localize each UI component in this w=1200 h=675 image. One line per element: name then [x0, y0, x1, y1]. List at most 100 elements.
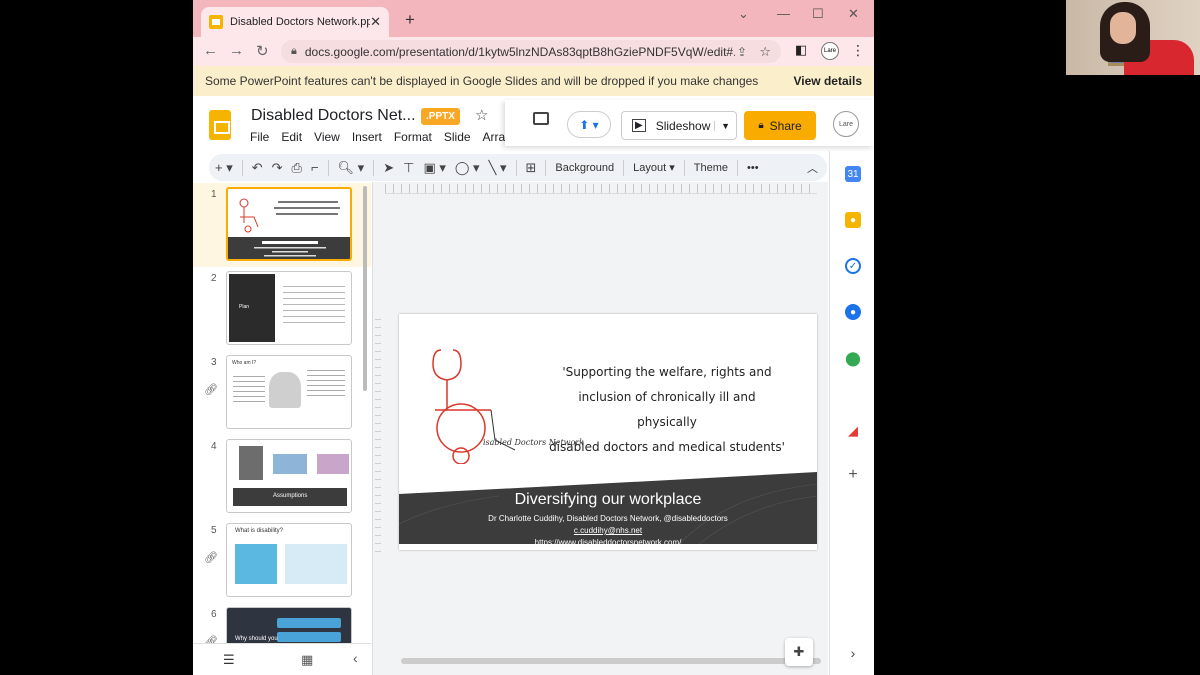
menu-file[interactable]: File [250, 130, 269, 144]
browser-tab[interactable]: Disabled Doctors Network.pptx - ✕ [201, 7, 389, 37]
webcam-person-face [1110, 12, 1136, 44]
horizontal-ruler [385, 184, 817, 194]
star-icon[interactable]: ☆ [475, 106, 488, 124]
filmstrip-scrollbar[interactable] [363, 186, 367, 391]
menu-format[interactable]: Format [394, 130, 432, 144]
slide-website-link[interactable]: https://www.disableddoctorsnetwork.com/ [399, 538, 817, 547]
thumbnail-text-lines [283, 286, 345, 326]
explore-button[interactable]: ✚ [785, 638, 813, 666]
filmstrip-slide-1[interactable]: 1 [193, 183, 371, 267]
slide-filmstrip: 1 2 Plan 3 🔗︎ Who am I? 4 Assumptions 5 … [193, 183, 371, 643]
back-icon[interactable]: ← [203, 42, 218, 59]
thumbnail-title: Why should you [235, 636, 278, 642]
layout-label: Layout [633, 162, 667, 174]
background-button[interactable]: Background [555, 162, 614, 174]
paint-format-icon[interactable]: ⌐ [311, 160, 319, 175]
menu-view[interactable]: View [314, 130, 340, 144]
show-side-panel-icon[interactable]: › [845, 645, 861, 661]
zoom-icon[interactable]: 🔍︎ ▾ [338, 160, 365, 176]
canvas-scrollbar[interactable] [401, 658, 821, 664]
filmstrip-slide-6[interactable]: 6 🔗︎ Why should you [193, 603, 371, 643]
maps-icon[interactable]: ⬤ [845, 350, 861, 366]
add-comment-icon[interactable]: ⊞ [526, 160, 537, 176]
image-icon[interactable]: ▣ ▾ [423, 160, 445, 176]
thumbnail-1-graphic [228, 198, 350, 259]
collapse-toolbar-icon[interactable]: ︿ [807, 160, 818, 176]
slideshow-dropdown-icon[interactable]: ▼ [714, 120, 736, 131]
new-tab-icon[interactable]: + [405, 10, 415, 30]
addon-icon[interactable]: ◢ [845, 423, 861, 439]
thumbnail-plan-panel: Plan [229, 274, 275, 342]
current-slide[interactable]: isabled Doctors Network 'Supporting the … [399, 314, 817, 550]
close-tab-icon[interactable]: ✕ [370, 14, 381, 30]
keep-icon[interactable]: ● [845, 212, 861, 228]
thumbnail-title: Who am I? [232, 360, 257, 366]
get-addons-icon[interactable]: + [845, 466, 861, 483]
close-window-icon[interactable]: ✕ [848, 6, 859, 22]
browser-toolbar: ← → ↻ 🔒︎ docs.google.com/presentation/d/… [193, 37, 874, 66]
thumbnail-box [277, 632, 341, 642]
quote-line-3: disabled doctors and medical students' [549, 440, 785, 454]
more-options-button[interactable]: ••• [747, 162, 759, 174]
slide-thumbnail[interactable] [226, 187, 352, 261]
lock-icon[interactable]: 🔒︎ [291, 45, 297, 58]
filmstrip-slide-3[interactable]: 3 🔗︎ Who am I? [193, 351, 371, 435]
lock-icon: 🔒︎ [758, 120, 764, 131]
tasks-icon[interactable]: ✓ [845, 258, 861, 274]
view-details-button[interactable]: View details [794, 74, 862, 88]
shape-icon[interactable]: ◯ ▾ [455, 160, 480, 176]
present-to-meeting-button[interactable]: ⬆ ▾ [567, 111, 611, 138]
header-actions: ⬆ ▾ ▶ Slideshow ▼ 🔒︎ Share Lare [505, 100, 874, 146]
slide-number: 4 [211, 441, 217, 452]
redo-icon[interactable]: ↷ [272, 160, 283, 176]
text-box-icon[interactable]: ⊤ [403, 160, 414, 176]
layout-button[interactable]: Layout ▾ [633, 161, 675, 174]
chevron-down-icon[interactable]: ⌄ [738, 6, 749, 22]
slide-thumbnail[interactable]: Who am I? [226, 355, 352, 429]
menu-edit[interactable]: Edit [281, 130, 302, 144]
slide-thumbnail[interactable]: Why should you [226, 607, 352, 643]
reading-mode-icon[interactable]: ◧ [795, 42, 807, 58]
menu-slide[interactable]: Slide [444, 130, 471, 144]
slide-quote: 'Supporting the welfare, rights and incl… [547, 360, 787, 460]
slide-thumbnail[interactable]: What is disability? [226, 523, 352, 597]
undo-icon[interactable]: ↶ [252, 160, 263, 176]
thumbnail-image [269, 372, 301, 408]
slides-logo-icon[interactable] [209, 110, 231, 140]
line-icon[interactable]: ╲ ▾ [489, 160, 507, 176]
filmstrip-slide-5[interactable]: 5 🔗︎ What is disability? [193, 519, 371, 603]
calendar-icon[interactable]: 31 [845, 166, 861, 182]
contacts-icon[interactable]: ● [845, 304, 861, 320]
share-button[interactable]: 🔒︎ Share [744, 111, 816, 140]
grid-view-icon[interactable]: ▦ [301, 652, 313, 668]
maximize-icon[interactable]: ☐ [812, 6, 824, 22]
profile-avatar[interactable]: Lare [821, 42, 839, 60]
link-icon: 🔗︎ [204, 636, 218, 643]
document-title[interactable]: Disabled Doctors Net... [251, 107, 416, 125]
hide-filmstrip-icon[interactable]: ‹ [353, 650, 358, 666]
theme-button[interactable]: Theme [694, 162, 728, 174]
slideshow-button[interactable]: ▶ Slideshow ▼ [621, 111, 737, 140]
address-bar[interactable]: 🔒︎ docs.google.com/presentation/d/1kytw5… [281, 40, 781, 63]
slide-thumbnail[interactable]: Plan [226, 271, 352, 345]
browser-menu-icon[interactable]: ⋮ [851, 42, 865, 59]
divider [515, 159, 517, 176]
comment-icon[interactable] [533, 112, 549, 125]
slide-email-link[interactable]: c.cuddihy@nhs.net [399, 526, 817, 535]
reload-icon[interactable]: ↻ [256, 42, 269, 60]
menu-insert[interactable]: Insert [352, 130, 382, 144]
minimize-icon[interactable]: — [777, 6, 790, 21]
share-page-icon[interactable]: ⇪ [737, 45, 747, 59]
filmstrip-view-icon[interactable]: ☰ [223, 652, 235, 668]
thumbnail-title: What is disability? [235, 528, 284, 534]
filmstrip-slide-4[interactable]: 4 Assumptions [193, 435, 371, 519]
thumbnail-photo [239, 446, 263, 480]
new-slide-icon[interactable]: + ▾ [215, 160, 233, 176]
filmstrip-slide-2[interactable]: 2 Plan [193, 267, 371, 351]
slide-thumbnail[interactable]: Assumptions [226, 439, 352, 513]
select-cursor-icon[interactable]: ➤ [383, 160, 394, 176]
print-icon[interactable]: ⎙ [292, 160, 302, 176]
bookmark-star-icon[interactable]: ☆ [759, 44, 771, 60]
forward-icon[interactable]: → [229, 42, 244, 59]
account-avatar[interactable]: Lare [833, 111, 859, 137]
